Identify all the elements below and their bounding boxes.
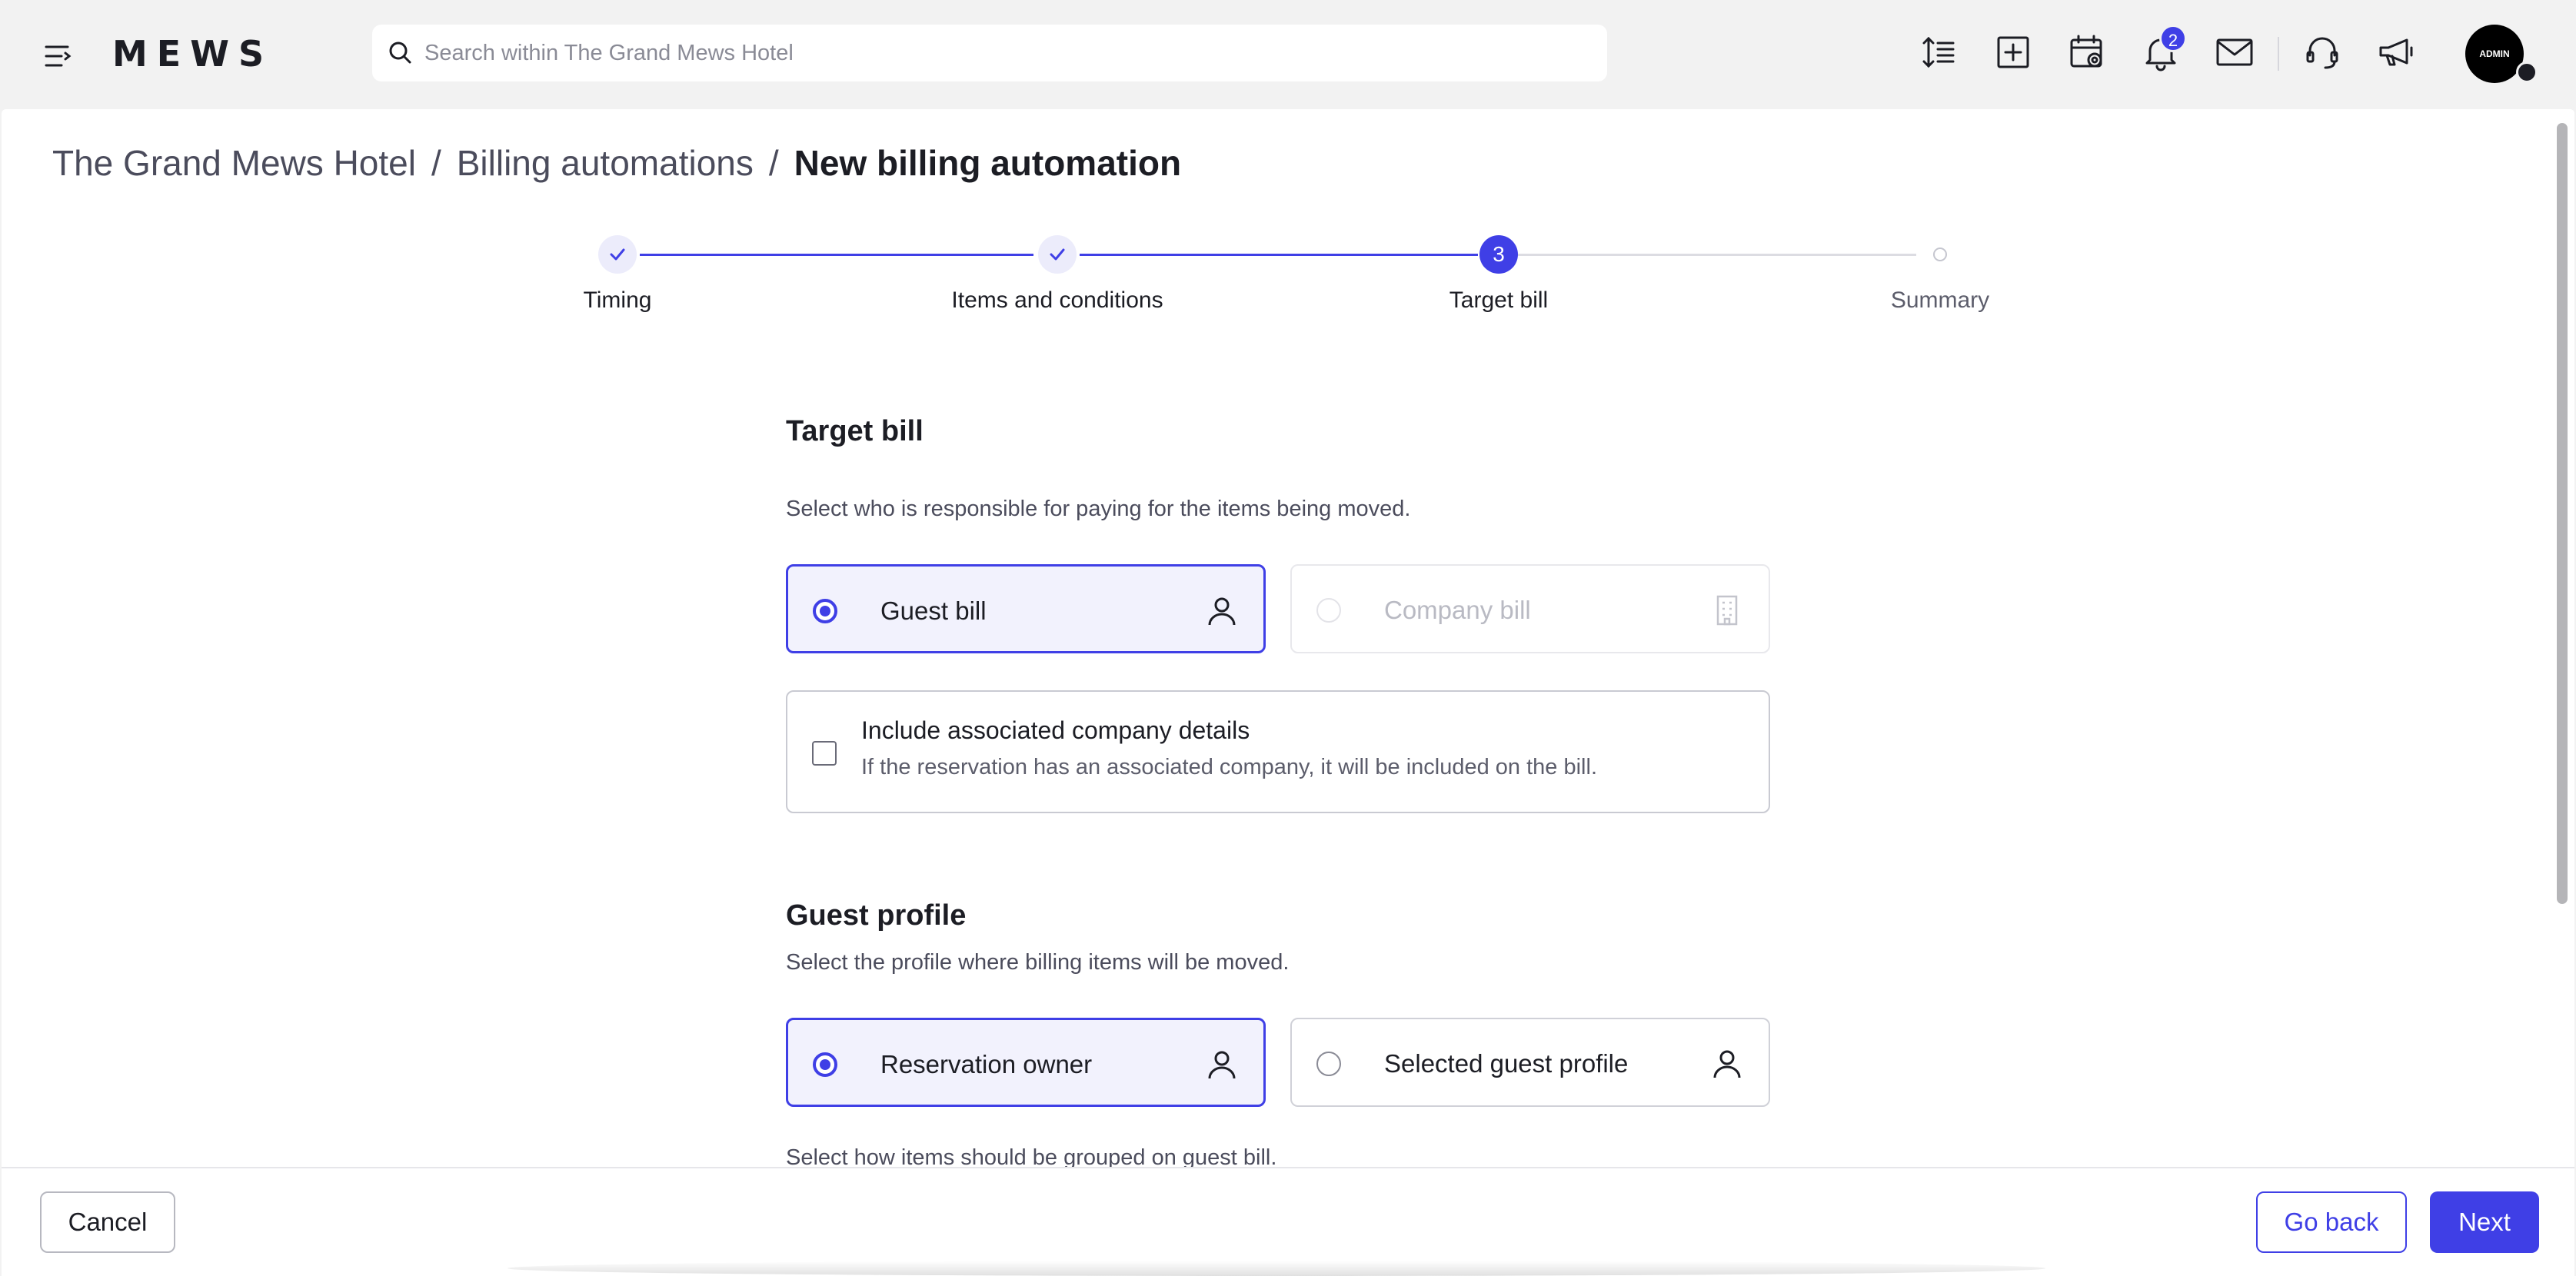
breadcrumb-hotel[interactable]: The Grand Mews Hotel [52, 143, 416, 183]
search-icon [386, 38, 415, 68]
guest-bill-option[interactable]: Guest bill [786, 564, 1266, 653]
step-number-badge: 3 [1479, 235, 1518, 274]
step-timing-check-icon[interactable] [598, 235, 637, 274]
mail-icon[interactable] [2213, 31, 2256, 74]
user-avatar[interactable]: ADMIN [2465, 25, 2524, 83]
step-label-timing: Timing [583, 287, 652, 313]
step-label-target-bill: Target bill [1449, 287, 1549, 313]
menu-icon[interactable] [40, 38, 75, 74]
content-panel: The Grand Mews Hotel / Billing automations… [2, 109, 2574, 1276]
step-label-items: Items and conditions [951, 287, 1163, 313]
reservation-owner-label: Reservation owner [880, 1050, 1093, 1078]
include-company-title: Include associated company details [861, 716, 1250, 744]
announcements-icon[interactable] [2375, 31, 2418, 74]
selected-guest-profile-option[interactable]: Selected guest profile [1290, 1018, 1770, 1107]
selected-guest-profile-radio[interactable] [1316, 1052, 1341, 1076]
step-summary-dot [1933, 248, 1947, 261]
footer-bar: Cancel Go back Next [2, 1167, 2574, 1276]
calendar-view-icon[interactable] [2065, 31, 2108, 74]
include-company-card[interactable]: Include associated company details If th… [786, 690, 1770, 813]
selected-guest-profile-label: Selected guest profile [1384, 1049, 1629, 1078]
mews-logo[interactable]: MEWS [112, 34, 273, 74]
step-connector-completed [640, 254, 1033, 256]
breadcrumb-separator: / [431, 143, 441, 183]
top-bar: MEWS Search within The Grand Mews Hotel … [0, 0, 2576, 109]
line-height-icon[interactable] [1918, 31, 1961, 74]
include-company-checkbox[interactable] [812, 741, 837, 766]
next-button[interactable]: Next [2430, 1191, 2539, 1253]
building-icon [1710, 593, 1744, 627]
step-connector-upcoming [1518, 254, 1916, 256]
include-company-description: If the reservation has an associated com… [861, 755, 1597, 779]
company-bill-radio [1316, 598, 1341, 623]
toolbar-divider [2278, 37, 2279, 71]
support-icon[interactable] [2301, 31, 2344, 74]
company-bill-option: Company bill [1290, 564, 1770, 653]
scrollbar-thumb[interactable] [2557, 123, 2568, 904]
go-back-button[interactable]: Go back [2256, 1191, 2407, 1253]
search-bar[interactable] [372, 25, 1607, 81]
guest-profile-title: Guest profile [786, 899, 967, 932]
person-icon [1710, 1047, 1744, 1081]
target-bill-title: Target bill [786, 415, 924, 447]
breadcrumb-billing-automations[interactable]: Billing automations [457, 143, 754, 183]
target-bill-description: Select who is responsible for paying for… [786, 497, 1411, 521]
avatar-status-icon [2516, 61, 2538, 83]
cancel-button[interactable]: Cancel [40, 1191, 175, 1253]
step-items-check-icon[interactable] [1038, 235, 1077, 274]
footer-shadow [508, 1261, 2045, 1276]
breadcrumb: The Grand Mews Hotel / Billing automations… [52, 138, 1181, 188]
person-icon [1205, 1048, 1239, 1082]
reservation-owner-option[interactable]: Reservation owner [786, 1018, 1266, 1107]
guest-profile-description: Select the profile where billing items w… [786, 950, 1290, 975]
reservation-owner-radio[interactable] [813, 1052, 837, 1077]
step-label-summary: Summary [1890, 287, 1990, 313]
step-connector-completed [1080, 254, 1478, 256]
add-square-icon[interactable] [1992, 31, 2035, 74]
breadcrumb-current: New billing automation [794, 143, 1182, 183]
person-icon [1205, 594, 1239, 628]
company-bill-label: Company bill [1384, 596, 1531, 624]
notification-badge: 2 [2159, 25, 2187, 52]
breadcrumb-separator: / [768, 143, 779, 183]
guest-bill-radio[interactable] [813, 599, 837, 623]
guest-bill-label: Guest bill [880, 596, 987, 625]
search-input[interactable] [424, 25, 1578, 81]
